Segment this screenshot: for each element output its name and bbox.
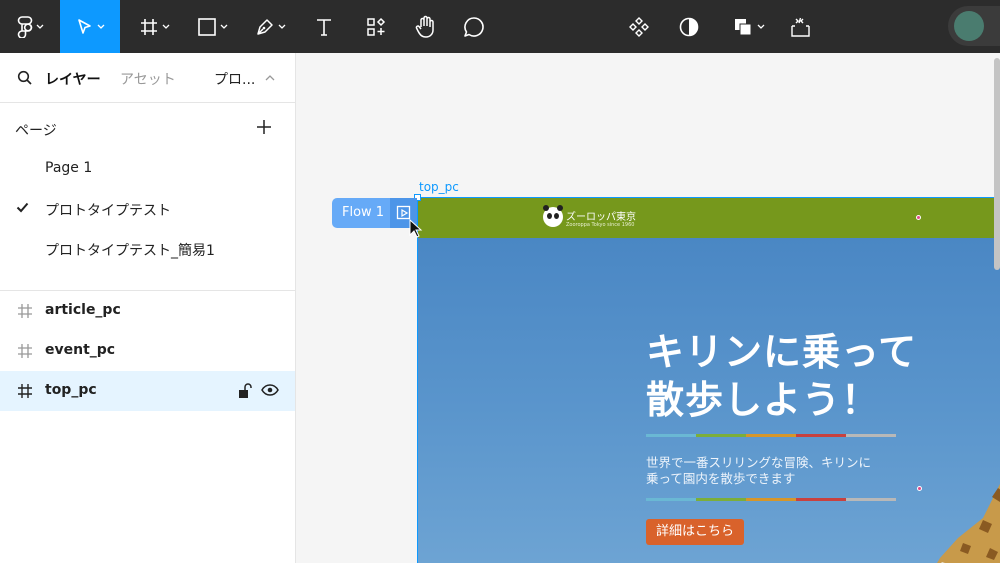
cursor-arrow-icon (77, 18, 91, 34)
hero-description-line: 乗って園内を散歩できます (646, 471, 796, 486)
pen-icon (256, 18, 273, 35)
resources-button[interactable] (356, 0, 396, 53)
frame-hash-icon (18, 384, 32, 398)
layer-label: event_pc (45, 342, 116, 358)
hand-tool-button[interactable] (406, 0, 446, 53)
hero-title-line: キリンに乗って (646, 330, 918, 374)
chevron-down-icon (757, 24, 764, 29)
giraffe-image (937, 484, 1000, 563)
panda-logo-icon (543, 205, 563, 227)
pages-header: ページ (0, 103, 295, 153)
layer-label: top_pc (45, 382, 97, 398)
add-page-plus-icon[interactable] (256, 119, 272, 135)
search-icon[interactable] (17, 70, 33, 86)
hero-description-line: 世界で一番スリリングな冒険、キリンに (646, 455, 872, 470)
pages-title: ページ (15, 123, 57, 139)
hotspot-dot[interactable] (917, 486, 922, 491)
unlock-icon[interactable] (238, 383, 252, 399)
frame-top-pc[interactable]: ズーロッパ東京 Zooroppa Tokyo since 1960 キリンに乗っ… (417, 197, 1000, 563)
contrast-half-circle-icon (679, 17, 699, 36)
text-t-icon (317, 18, 331, 36)
hero-title-line: 散歩しよう！ (646, 378, 881, 422)
frame-hash-icon (18, 344, 32, 358)
checkmark-icon (16, 202, 29, 213)
chevron-down-icon (220, 24, 227, 29)
boolean-operations-button[interactable] (724, 0, 772, 53)
component-diamond-icon (629, 16, 649, 37)
chevron-down-icon (162, 24, 169, 29)
page-item-label: Page 1 (45, 160, 93, 176)
contrast-button[interactable] (670, 0, 708, 53)
color-stripe (646, 498, 896, 501)
hero-title: キリンに乗って 散歩しよう！ (646, 328, 946, 424)
text-tool-button[interactable] (304, 0, 344, 53)
resources-icon (367, 17, 386, 36)
panel-tabs: レイヤー アセット プロ... (0, 53, 295, 103)
layer-label: article_pc (45, 302, 121, 318)
page-item-prototype-test-simple[interactable]: プロトタイプテスト_簡易1 (0, 229, 295, 269)
comment-bubble-icon (464, 16, 484, 37)
user-avatar-area[interactable] (948, 6, 1000, 46)
code-frame-icon (791, 17, 810, 37)
tab-layers[interactable]: レイヤー (45, 69, 101, 89)
components-button[interactable] (620, 0, 658, 53)
main-menu-button[interactable] (0, 0, 60, 53)
page-item-page-1[interactable]: Page 1 (0, 149, 295, 189)
page-item-prototype-test[interactable]: プロトタイプテスト (0, 189, 295, 229)
flow-starting-point[interactable]: Flow 1 (332, 198, 417, 228)
comment-tool-button[interactable] (454, 0, 494, 53)
left-panel: レイヤー アセット プロ... ページ Page 1 プロトタイプテスト プロト… (0, 53, 296, 563)
hero-description: 世界で一番スリリングな冒険、キリンに 乗って園内を散歩できます (646, 455, 896, 487)
pen-tool-button[interactable] (244, 0, 296, 53)
page-item-label: プロトタイプテスト_簡易1 (45, 243, 215, 259)
figma-logo-icon (17, 15, 32, 38)
move-tool-button[interactable] (60, 0, 120, 53)
site-header: ズーロッパ東京 Zooroppa Tokyo since 1960 (418, 198, 1000, 238)
mouse-cursor-icon (409, 219, 423, 238)
site-logo-name: ズーロッパ東京 (566, 212, 636, 223)
rectangle-icon (197, 17, 216, 36)
layer-item-article-pc[interactable]: article_pc (0, 291, 295, 331)
chevron-down-icon (97, 24, 104, 29)
eye-visibility-icon[interactable] (261, 384, 279, 396)
site-logo-subtitle: Zooroppa Tokyo since 1960 (566, 222, 635, 228)
tab-prototype[interactable]: プロ... (214, 69, 255, 89)
vertical-scrollbar[interactable] (994, 58, 1000, 270)
shape-tool-button[interactable] (186, 0, 238, 53)
chevron-up-icon[interactable] (265, 74, 275, 81)
chevron-down-icon (278, 24, 285, 29)
layer-item-event-pc[interactable]: event_pc (0, 331, 295, 371)
hero-section: キリンに乗って 散歩しよう！ 世界で一番スリリングな冒険、キリンに 乗って園内を… (418, 238, 1000, 563)
dev-mode-button[interactable] (782, 0, 818, 53)
frame-name-label[interactable]: top_pc (419, 180, 459, 194)
hand-icon (415, 15, 434, 38)
frame-tool-button[interactable] (128, 0, 180, 53)
layer-item-top-pc[interactable]: top_pc (0, 371, 295, 411)
hotspot-dot[interactable] (916, 215, 921, 220)
frame-hash-icon (140, 18, 157, 35)
color-stripe (646, 434, 896, 437)
frame-hash-icon (18, 304, 32, 318)
toolbar (0, 0, 1000, 53)
flow-label: Flow 1 (342, 205, 385, 220)
chevron-down-icon (36, 24, 43, 29)
page-item-label: プロトタイプテスト (45, 203, 171, 219)
canvas[interactable]: top_pc ズーロッパ東京 Zooroppa Tokyo since 1960… (296, 53, 1000, 563)
boolean-union-icon (734, 18, 751, 35)
avatar[interactable] (954, 11, 984, 41)
details-button[interactable]: 詳細はこちら (646, 519, 744, 545)
tab-assets[interactable]: アセット (120, 69, 176, 89)
